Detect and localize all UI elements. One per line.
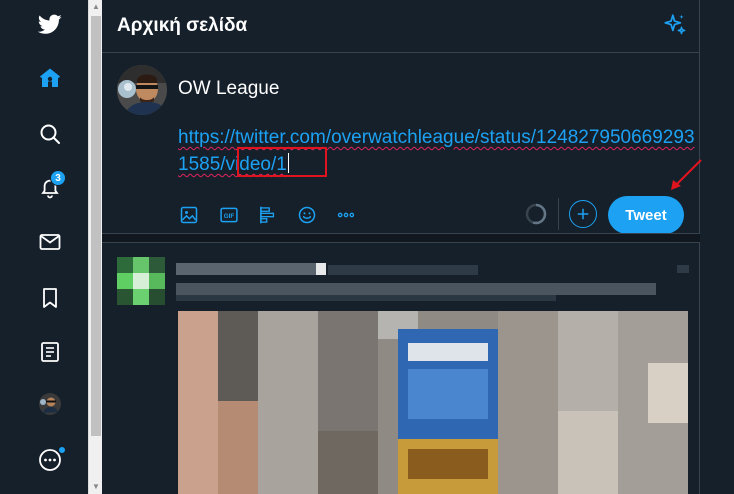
- add-gif-button[interactable]: GIF: [216, 202, 242, 228]
- plus-icon: [577, 208, 589, 220]
- pixelated-tweet-preview: [117, 257, 689, 494]
- user-avatar-image: [117, 65, 167, 115]
- notification-badge: 3: [50, 170, 66, 186]
- add-thread-button[interactable]: [569, 200, 597, 228]
- twitter-bird-icon: [38, 14, 62, 34]
- compose-first-line: OW League: [178, 78, 280, 99]
- add-media-button[interactable]: [176, 202, 202, 228]
- nav-explore[interactable]: [30, 114, 70, 154]
- composer-separator: [102, 233, 700, 243]
- add-poll-button[interactable]: [255, 202, 281, 228]
- tweet-button[interactable]: Tweet: [608, 196, 684, 234]
- more-options-button[interactable]: [333, 202, 359, 228]
- profile-avatar: [39, 393, 61, 415]
- gif-icon: GIF: [220, 207, 238, 223]
- twitter-logo[interactable]: [30, 4, 70, 44]
- twitter-app: 3 ▲ ▼ Αρχική σελίδα OW League https://tw…: [0, 0, 734, 494]
- nav-bookmarks[interactable]: [30, 278, 70, 318]
- envelope-icon: [39, 234, 61, 250]
- nav-home[interactable]: [30, 58, 70, 98]
- toolbar-divider: [558, 198, 559, 230]
- text-caret: [287, 153, 289, 173]
- nav-lists[interactable]: [30, 332, 70, 372]
- scroll-down-arrow-icon[interactable]: ▼: [89, 480, 103, 494]
- character-count-ring: [525, 203, 547, 225]
- compose-link: https://twitter.com/overwatchleague/stat…: [178, 127, 695, 175]
- poll-icon: [260, 206, 275, 224]
- nav-messages[interactable]: [30, 222, 70, 262]
- primary-nav: 3: [0, 0, 88, 494]
- scroll-up-arrow-icon[interactable]: ▲: [89, 0, 103, 14]
- svg-text:GIF: GIF: [224, 213, 235, 220]
- sparkle-top-tweets-icon[interactable]: [662, 12, 688, 38]
- composer-toolbar: GIF Tweet: [176, 196, 686, 236]
- search-icon: [40, 124, 60, 144]
- list-icon: [41, 342, 59, 362]
- vertical-scrollbar[interactable]: ▲ ▼: [88, 0, 102, 494]
- bookmark-icon: [43, 288, 57, 308]
- nav-more[interactable]: [30, 440, 70, 480]
- scroll-thumb[interactable]: [91, 16, 101, 436]
- page-title: Αρχική σελίδα: [117, 15, 248, 36]
- compose-link-suffix: /video/1: [220, 154, 287, 175]
- timeline-header: Αρχική σελίδα: [102, 0, 700, 53]
- nav-notifications[interactable]: 3: [30, 168, 70, 208]
- more-notification-dot: [58, 446, 66, 454]
- main-timeline: Αρχική σελίδα OW League https://twitter.…: [102, 0, 700, 494]
- home-icon: [40, 68, 60, 87]
- nav-profile[interactable]: [30, 384, 70, 424]
- compose-textarea[interactable]: OW League https://twitter.com/overwatchl…: [178, 75, 698, 178]
- add-emoji-button[interactable]: [294, 202, 320, 228]
- more-horizontal-icon: [337, 212, 355, 218]
- feed-tweet-pixelated[interactable]: [102, 243, 700, 494]
- emoji-icon: [298, 206, 316, 224]
- tweet-composer: OW League https://twitter.com/overwatchl…: [102, 53, 700, 236]
- composer-avatar[interactable]: [117, 65, 167, 115]
- image-icon: [180, 206, 198, 224]
